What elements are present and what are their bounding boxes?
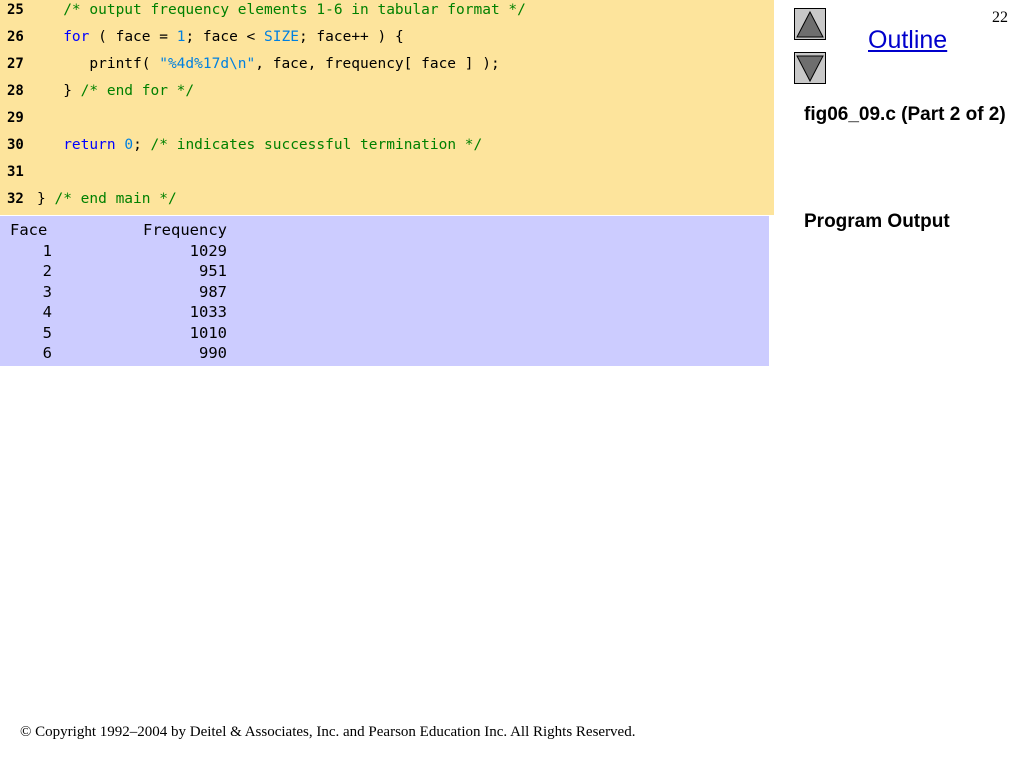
code-line: 25 /* output frequency elements 1-6 in t… — [0, 1, 774, 28]
code-token: SIZE — [264, 29, 299, 45]
face-value: 3 — [42, 282, 52, 301]
line-number: 29 — [7, 110, 24, 126]
frequency-value: 1029 — [189, 241, 227, 260]
code-token: printf( — [37, 56, 160, 72]
frequency-value: 990 — [199, 344, 227, 362]
program-output-label: Program Output — [804, 211, 950, 232]
code-text: for ( face = 1; face < SIZE; face++ ) { — [37, 28, 404, 46]
code-token: /* indicates successful termination */ — [150, 137, 483, 153]
previous-slide-button[interactable] — [794, 8, 826, 40]
frequency-value: 987 — [199, 282, 227, 301]
output-row: 5 1010 — [0, 323, 769, 344]
code-line: 31 — [0, 163, 774, 190]
line-number: 30 — [7, 137, 24, 153]
line-number: 31 — [7, 164, 24, 180]
line-number: 28 — [7, 83, 24, 99]
code-text: /* output frequency elements 1-6 in tabu… — [37, 1, 526, 19]
face-value: 4 — [42, 303, 52, 321]
code-line: 27 printf( "%4d%17d\n", face, frequency[… — [0, 55, 774, 82]
file-label: fig06_09.c (Part 2 of 2) — [804, 104, 1006, 125]
line-number: 25 — [7, 2, 24, 18]
code-token: /* end for */ — [80, 83, 195, 99]
code-line: 29 — [0, 109, 774, 136]
output-row: 6 990 — [0, 343, 769, 364]
face-value: 2 — [42, 262, 52, 280]
code-token: ; face++ ) { — [298, 29, 404, 45]
code-token: /* output frequency elements 1-6 in tabu… — [63, 2, 526, 18]
output-row: 3 987 — [0, 282, 769, 303]
code-line: 28 } /* end for */ — [0, 82, 774, 109]
code-token: ; — [133, 137, 151, 153]
code-token: ( face = — [89, 29, 177, 45]
next-slide-button[interactable] — [794, 52, 826, 84]
code-token: ; face < — [185, 29, 265, 45]
code-line: 32} /* end main */ — [0, 190, 774, 217]
face-value: 1 — [42, 241, 52, 260]
output-row: 4 1033 — [0, 302, 769, 323]
face-value: 5 — [42, 323, 52, 342]
code-listing: 25 /* output frequency elements 1-6 in t… — [0, 0, 774, 215]
code-line: 26 for ( face = 1; face < SIZE; face++ )… — [0, 28, 774, 55]
code-token: 0 — [124, 137, 134, 153]
line-number: 32 — [7, 191, 24, 207]
output-row: 2 951 — [0, 261, 769, 282]
output-row: 1 1029 — [0, 241, 769, 262]
output-header-row: Face Frequency — [0, 220, 769, 241]
program-output-panel: Face Frequency 1 1029 2 951 3 987 4 1033 5 1010 6 9… — [0, 216, 769, 366]
frequency-value: 951 — [199, 262, 227, 280]
line-number: 26 — [7, 29, 24, 45]
code-token: return — [63, 137, 116, 153]
code-token: "%4d%17d\n" — [159, 56, 256, 72]
code-text: } /* end main */ — [37, 190, 177, 208]
face-value: 6 — [42, 344, 52, 362]
face-column-header: Face — [10, 221, 48, 239]
code-text: return 0; /* indicates successful termin… — [37, 136, 482, 154]
triangle-up-icon — [796, 10, 824, 38]
code-text: } /* end for */ — [37, 82, 194, 100]
copyright-notice: © Copyright 1992–2004 by Deitel & Associ… — [20, 724, 636, 740]
code-token: , face, frequency[ face ] ); — [255, 56, 500, 72]
page-number: 22 — [992, 9, 1008, 26]
code-token: } — [37, 191, 55, 207]
triangle-down-icon — [796, 55, 824, 83]
line-number: 27 — [7, 56, 24, 72]
code-text: printf( "%4d%17d\n", face, frequency[ fa… — [37, 55, 500, 73]
frequency-column-header: Frequency — [143, 221, 227, 239]
code-token: } — [37, 83, 81, 99]
code-line: 30 return 0; /* indicates successful ter… — [0, 136, 774, 163]
code-token: for — [63, 29, 90, 45]
frequency-value: 1010 — [189, 323, 227, 342]
code-token: /* end main */ — [54, 191, 177, 207]
frequency-value: 1033 — [189, 303, 227, 321]
outline-link[interactable]: Outline — [868, 26, 947, 55]
